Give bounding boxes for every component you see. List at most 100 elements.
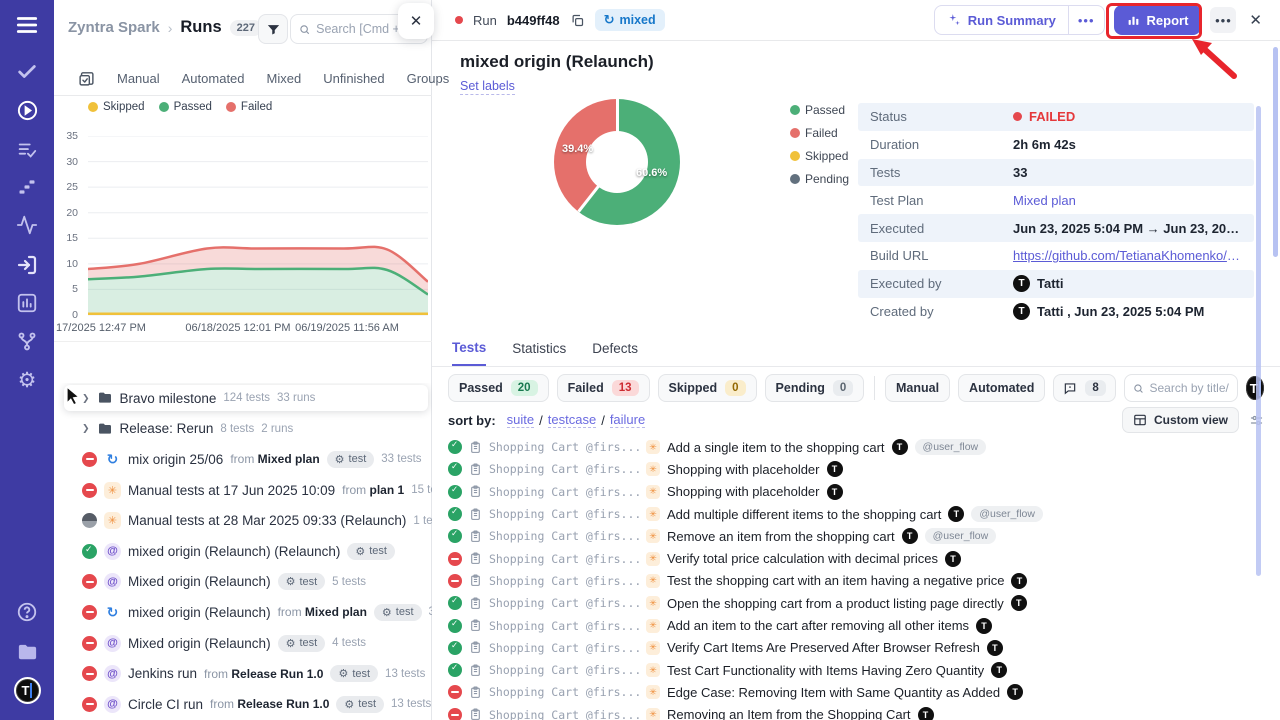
test-title[interactable]: Add a single item to the shopping cart [667, 440, 885, 455]
status-filter-button[interactable]: Passed 20 [448, 374, 549, 402]
list-check-icon[interactable] [0, 139, 54, 161]
automated-filter-button[interactable]: Automated [958, 374, 1045, 402]
test-row[interactable]: Shopping Cart @firs... ✳ Verify Cart Ite… [448, 637, 1260, 659]
test-title[interactable]: Test Cart Functionality with Items Havin… [667, 663, 984, 678]
legend-item[interactable]: Passed [159, 101, 212, 113]
legend-item[interactable]: Skipped [790, 149, 849, 163]
status-filter-button[interactable]: Skipped 0 [658, 374, 757, 402]
legend-item[interactable]: Pending [790, 172, 849, 186]
test-title[interactable]: Shopping with placeholder [667, 484, 820, 499]
status-filter-button[interactable]: Failed 13 [557, 374, 650, 402]
play-circle-icon[interactable] [0, 99, 54, 122]
run-list-item[interactable]: Manual tests at 17 Jun 2025 10:09 from p… [54, 475, 432, 506]
runs-panel-close-button[interactable]: ✕ [398, 3, 434, 39]
run-title[interactable]: mixed origin (Relaunch) [128, 605, 271, 620]
run-list-item[interactable]: Circle CI run from Release Run 1.0 ⚙test… [54, 689, 432, 720]
bar-chart-icon[interactable] [0, 292, 54, 314]
test-title[interactable]: Verify Cart Items Are Preserved After Br… [667, 640, 980, 655]
tests-search-input[interactable] [1149, 381, 1229, 395]
runs-tab[interactable]: Unfinished [323, 71, 384, 86]
select-all-icon[interactable] [78, 70, 95, 87]
run-title[interactable]: Jenkins run [128, 666, 197, 681]
report-button[interactable]: Report [1114, 5, 1202, 35]
legend-item[interactable]: Failed [790, 126, 849, 140]
run-title[interactable]: Mixed origin (Relaunch) [128, 636, 271, 651]
run-title[interactable]: Mixed origin (Relaunch) [128, 574, 271, 589]
test-title[interactable]: Shopping with placeholder [667, 462, 820, 477]
test-title[interactable]: Add multiple different items to the shop… [667, 507, 941, 522]
test-row[interactable]: Shopping Cart @firs... ✳ Add a single it… [448, 436, 1260, 458]
run-from-plan[interactable]: from Release Run 1.0 [204, 667, 323, 681]
runs-tab[interactable]: Groups [407, 71, 450, 86]
test-row[interactable]: Shopping Cart @firs... ✳ Shopping with p… [448, 458, 1260, 480]
run-title[interactable]: Bravo milestone [120, 391, 217, 406]
filter-button[interactable] [258, 14, 288, 44]
run-summary-more-button[interactable]: ••• [1068, 6, 1104, 34]
activity-icon[interactable] [0, 214, 54, 236]
sign-in-icon[interactable] [0, 253, 54, 277]
tests-search[interactable] [1124, 374, 1239, 402]
detail-tab[interactable]: Defects [592, 339, 638, 366]
run-list-item[interactable]: Manual tests at 28 Mar 2025 09:33 (Relau… [54, 505, 432, 536]
test-row[interactable]: Shopping Cart @firs... ✳ Test Cart Funct… [448, 659, 1260, 681]
run-title[interactable]: mixed origin (Relaunch) (Relaunch) [128, 544, 340, 559]
run-list-item[interactable]: Mixed origin (Relaunch) ⚙test 4 tests [54, 628, 432, 659]
run-list-item[interactable]: mixed origin (Relaunch) (Relaunch) ⚙test [54, 536, 432, 567]
panel-scrollbar[interactable] [1256, 106, 1261, 576]
run-from-plan[interactable]: from plan 1 [342, 483, 404, 497]
test-row[interactable]: Shopping Cart @firs... ✳ Open the shoppi… [448, 592, 1260, 614]
test-row[interactable]: Shopping Cart @firs... ✳ Removing an Ite… [448, 704, 1260, 720]
test-title[interactable]: Removing an Item from the Shopping Cart [667, 707, 911, 720]
run-from-plan[interactable]: from Mixed plan [278, 605, 367, 619]
set-labels-link[interactable]: Set labels [460, 79, 515, 95]
manual-filter-button[interactable]: Manual [885, 374, 950, 402]
test-title[interactable]: Verify total price calculation with deci… [667, 551, 938, 566]
run-list-item[interactable]: mix origin 25/06 from Mixed plan ⚙test 3… [54, 444, 432, 475]
legend-item[interactable]: Skipped [88, 101, 145, 113]
folder-icon[interactable] [0, 641, 54, 664]
run-title[interactable]: Manual tests at 17 Jun 2025 10:09 [128, 483, 335, 498]
window-scrollbar[interactable] [1273, 47, 1278, 257]
user-avatar[interactable]: T [0, 677, 54, 704]
custom-view-button[interactable]: Custom view [1122, 407, 1239, 433]
more-actions-button[interactable]: ••• [1210, 7, 1236, 33]
run-title[interactable]: Manual tests at 28 Mar 2025 09:33 (Relau… [128, 513, 406, 528]
help-icon[interactable] [0, 601, 54, 623]
test-row[interactable]: Shopping Cart @firs... ✳ Verify total pr… [448, 547, 1260, 569]
detail-tab[interactable]: Statistics [512, 339, 566, 366]
test-row[interactable]: Shopping Cart @firs... ✳ Add multiple di… [448, 503, 1260, 525]
branch-icon[interactable] [0, 330, 54, 352]
sort-by-failure-link[interactable]: failure [610, 412, 645, 428]
copy-run-id-button[interactable] [570, 13, 585, 28]
test-row[interactable]: Shopping Cart @firs... ✳ Add an item to … [448, 614, 1260, 636]
test-row[interactable]: Shopping Cart @firs... ✳ Shopping with p… [448, 481, 1260, 503]
check-icon[interactable] [0, 61, 54, 83]
gear-icon[interactable]: ⚙ [0, 368, 54, 393]
run-list-item[interactable]: ❯ Bravo milestone ⚙ 124 tests 33 runs [64, 385, 428, 411]
chevron-right-icon[interactable]: ❯ [82, 423, 90, 434]
run-list-item[interactable]: Jenkins run from Release Run 1.0 ⚙test 1… [54, 658, 432, 689]
run-list-item[interactable]: ❯ Release: Rerun ⚙ 8 tests 2 runs [54, 414, 432, 445]
sort-by-testcase-link[interactable]: testcase [548, 412, 596, 428]
sort-by-suite-link[interactable]: suite [507, 412, 534, 428]
detail-close-button[interactable]: ✕ [1245, 9, 1266, 31]
test-row[interactable]: Shopping Cart @firs... ✳ Edge Case: Remo… [448, 681, 1260, 703]
test-title[interactable]: Edge Case: Removing Item with Same Quant… [667, 685, 1000, 700]
comments-filter-button[interactable]: 8 [1053, 374, 1115, 402]
run-from-plan[interactable]: from Release Run 1.0 [210, 697, 329, 711]
test-title[interactable]: Add an item to the cart after removing a… [667, 618, 969, 633]
runs-tab[interactable]: Mixed [267, 71, 302, 86]
test-title[interactable]: Test the shopping cart with an item havi… [667, 573, 1004, 588]
chevron-right-icon[interactable]: ❯ [82, 393, 90, 404]
test-row[interactable]: Shopping Cart @firs... ✳ Test the shoppi… [448, 570, 1260, 592]
test-title[interactable]: Remove an item from the shopping cart [667, 529, 895, 544]
run-list-item[interactable]: Mixed origin (Relaunch) ⚙test 5 tests [54, 567, 432, 598]
test-row[interactable]: Shopping Cart @firs... ✳ Remove an item … [448, 525, 1260, 547]
status-filter-button[interactable]: Pending 0 [765, 374, 865, 402]
legend-item[interactable]: Failed [226, 101, 272, 113]
detail-tab[interactable]: Tests [452, 339, 486, 366]
menu-icon[interactable] [0, 12, 54, 38]
runs-tab[interactable]: Automated [182, 71, 245, 86]
run-list-item[interactable]: mixed origin (Relaunch) from Mixed plan … [54, 597, 432, 628]
steps-icon[interactable] [0, 177, 54, 197]
